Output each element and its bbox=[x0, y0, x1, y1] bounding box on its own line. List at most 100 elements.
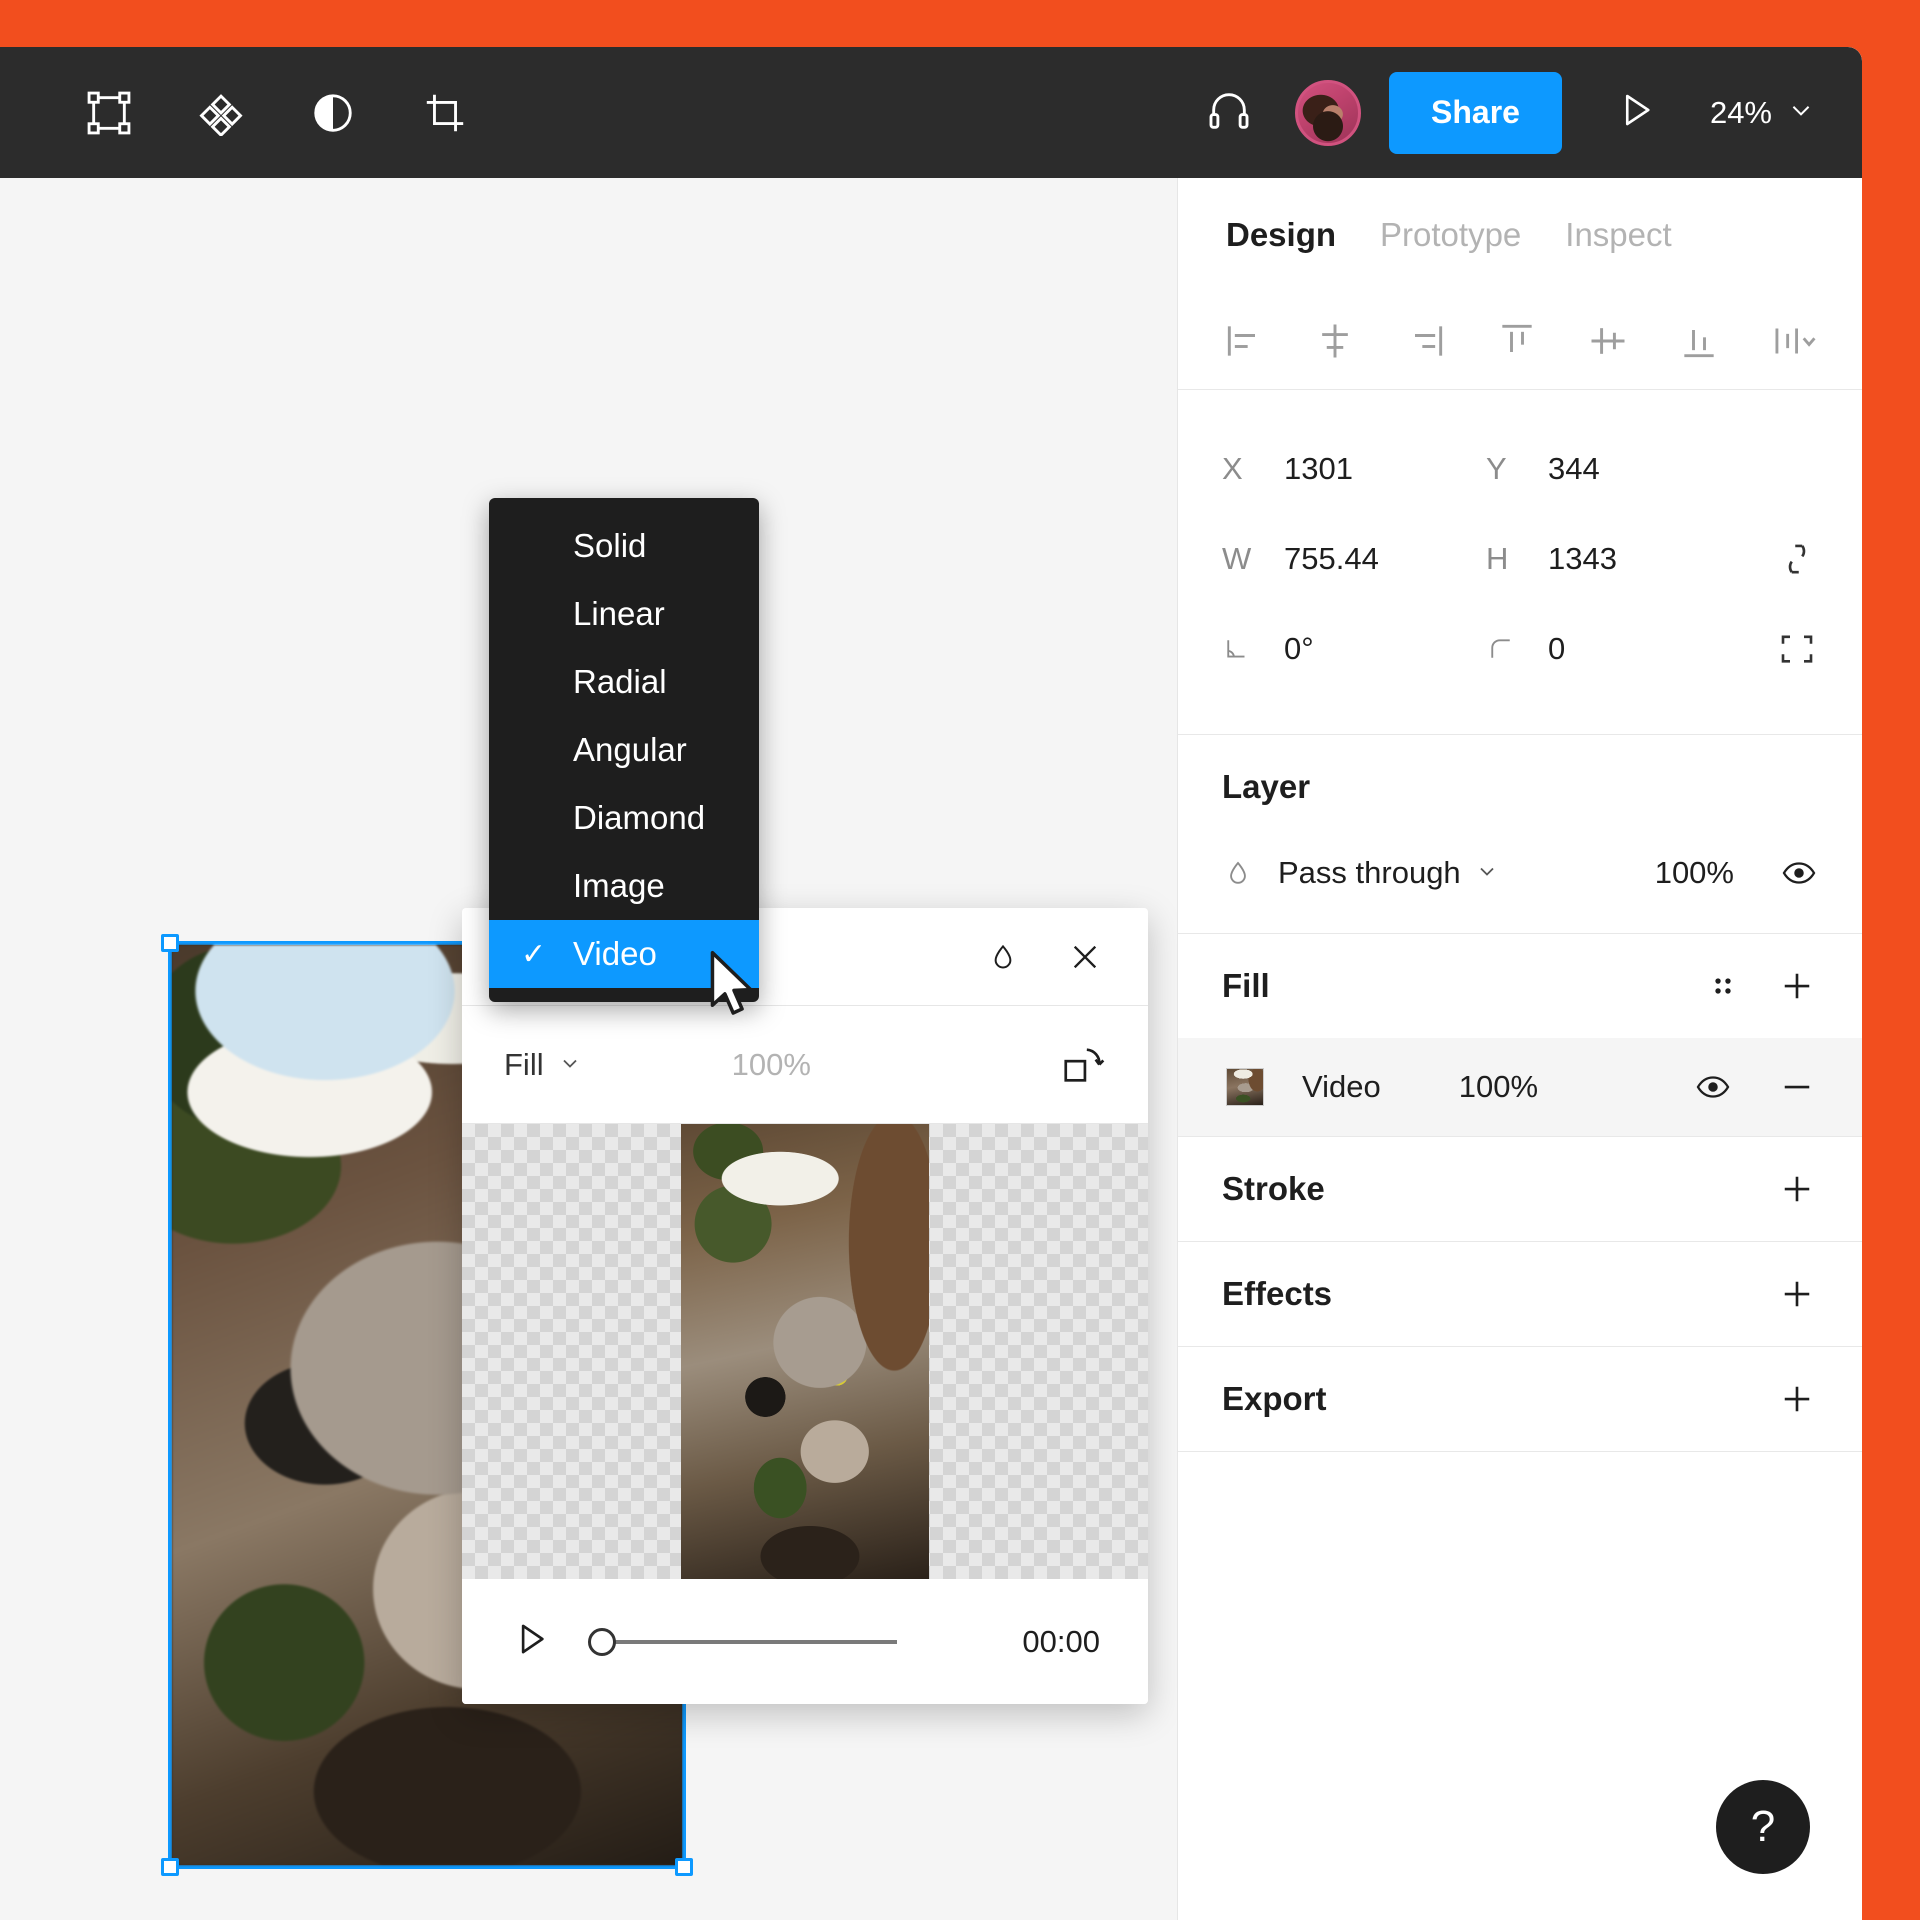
video-thumbnail-swatch[interactable] bbox=[1226, 1068, 1264, 1106]
effects-section: Effects bbox=[1178, 1242, 1862, 1347]
align-left-icon[interactable] bbox=[1222, 319, 1266, 363]
tab-prototype[interactable]: Prototype bbox=[1380, 216, 1521, 254]
toolbar-right-group: Share 24% bbox=[1189, 47, 1862, 178]
tab-design[interactable]: Design bbox=[1226, 216, 1336, 254]
alignment-toolbar bbox=[1178, 292, 1862, 390]
menu-item-label: Angular bbox=[573, 731, 687, 768]
plus-icon[interactable] bbox=[1776, 965, 1818, 1007]
video-preview-area[interactable] bbox=[462, 1124, 1148, 1579]
scrubber-thumb[interactable] bbox=[588, 1627, 616, 1656]
play-button[interactable] bbox=[510, 1618, 552, 1665]
play-triangle-icon bbox=[510, 1618, 552, 1665]
fill-section-header: Fill bbox=[1222, 934, 1818, 1038]
resize-handle-bottom-right[interactable] bbox=[675, 1858, 693, 1876]
h-label: H bbox=[1486, 541, 1509, 576]
distribute-menu-icon[interactable] bbox=[1768, 319, 1818, 363]
menu-item-diamond[interactable]: Diamond bbox=[489, 784, 759, 852]
constrain-proportions-icon[interactable] bbox=[1776, 538, 1818, 580]
width-field[interactable]: W 755.44 bbox=[1222, 541, 1486, 577]
corner-radius-field[interactable]: 0 bbox=[1486, 631, 1750, 667]
y-field[interactable]: Y 344 bbox=[1486, 451, 1750, 487]
menu-item-angular[interactable]: Angular bbox=[489, 716, 759, 784]
present-button[interactable] bbox=[1596, 73, 1676, 153]
rotation-angle-icon bbox=[1222, 634, 1284, 664]
resize-handle-top-left[interactable] bbox=[161, 934, 179, 952]
help-button[interactable]: ? bbox=[1716, 1780, 1810, 1874]
share-button[interactable]: Share bbox=[1389, 71, 1562, 154]
menu-item-label: Radial bbox=[573, 663, 667, 700]
headphones-icon bbox=[1206, 87, 1252, 138]
blend-mode-value: Pass through bbox=[1278, 855, 1461, 890]
rotation-value: 0° bbox=[1284, 631, 1314, 666]
plus-icon[interactable] bbox=[1776, 1378, 1818, 1420]
plus-icon[interactable] bbox=[1776, 1273, 1818, 1315]
fill-layer-row[interactable]: Video 100% bbox=[1178, 1038, 1862, 1136]
menu-item-solid[interactable]: Solid bbox=[489, 512, 759, 580]
droplet-icon bbox=[1222, 857, 1278, 889]
properties-panel: Design Prototype Inspect X 1301 Y 344 W … bbox=[1177, 178, 1862, 1920]
fill-section: Fill Video 100% bbox=[1178, 934, 1862, 1137]
rotate-image-icon[interactable] bbox=[1060, 1042, 1106, 1088]
blend-mode-select[interactable]: Pass through bbox=[1278, 855, 1499, 891]
x-label: X bbox=[1222, 451, 1243, 486]
layer-opacity-input[interactable]: 100% bbox=[1655, 855, 1734, 891]
plus-icon[interactable] bbox=[1776, 1168, 1818, 1210]
independent-corners-icon[interactable] bbox=[1776, 628, 1818, 670]
fill-settings-popup: Fill 100% 00:00 bbox=[462, 908, 1148, 1704]
design-canvas[interactable]: 755.44 × 1343 · Video Fill bbox=[0, 178, 1177, 1920]
fill-scale-mode-select[interactable]: Fill bbox=[504, 1047, 582, 1083]
video-scrubber[interactable] bbox=[588, 1626, 1012, 1658]
mask-tool[interactable] bbox=[290, 70, 376, 156]
eye-icon[interactable] bbox=[1694, 1068, 1732, 1106]
components-tool[interactable] bbox=[178, 70, 264, 156]
zoom-level-control[interactable]: 24% bbox=[1710, 95, 1814, 131]
align-top-icon[interactable] bbox=[1495, 319, 1539, 363]
effects-section-header: Effects bbox=[1222, 1242, 1818, 1346]
four-dots-styles-icon[interactable] bbox=[1706, 969, 1740, 1003]
export-section: Export bbox=[1178, 1347, 1862, 1452]
close-x-icon[interactable] bbox=[1066, 938, 1104, 976]
align-right-icon[interactable] bbox=[1404, 319, 1448, 363]
menu-item-image[interactable]: Image bbox=[489, 852, 759, 920]
zoom-level-value: 24% bbox=[1709, 94, 1772, 130]
rotation-field[interactable]: 0° bbox=[1222, 631, 1486, 667]
minus-icon[interactable] bbox=[1776, 1066, 1818, 1108]
size-row: W 755.44 H 1343 bbox=[1222, 514, 1818, 604]
menu-item-radial[interactable]: Radial bbox=[489, 648, 759, 716]
layer-section-title: Layer bbox=[1222, 768, 1311, 805]
audio-chat-button[interactable] bbox=[1189, 73, 1269, 153]
play-triangle-icon bbox=[1615, 89, 1657, 136]
scrubber-track-line bbox=[602, 1639, 898, 1644]
video-player-controls: 00:00 bbox=[462, 1579, 1148, 1704]
align-horizontal-center-icon[interactable] bbox=[1313, 319, 1357, 363]
y-label: Y bbox=[1486, 451, 1507, 486]
tab-inspect[interactable]: Inspect bbox=[1565, 216, 1671, 254]
menu-item-label: Diamond bbox=[573, 799, 706, 836]
top-toolbar: Share 24% bbox=[0, 47, 1862, 178]
stroke-section-actions bbox=[1776, 1168, 1818, 1210]
fill-type-dropdown-menu: Solid Linear Radial Angular Diamond Imag… bbox=[489, 498, 759, 1002]
stroke-section-title: Stroke bbox=[1222, 1170, 1325, 1207]
menu-item-video[interactable]: ✓ Video bbox=[489, 920, 759, 988]
crop-tool[interactable] bbox=[402, 70, 488, 156]
eye-icon[interactable] bbox=[1780, 854, 1818, 892]
fill-type-label[interactable]: Video bbox=[1302, 1069, 1381, 1105]
height-field[interactable]: H 1343 bbox=[1486, 541, 1750, 577]
move-scale-tool[interactable] bbox=[66, 70, 152, 156]
droplet-icon[interactable] bbox=[986, 940, 1020, 974]
resize-handle-bottom-left[interactable] bbox=[161, 1858, 179, 1876]
layer-section-header: Layer bbox=[1222, 735, 1818, 839]
video-preview-thumbnail bbox=[681, 1124, 929, 1579]
chevron-down-icon bbox=[558, 1047, 582, 1083]
chevron-down-icon bbox=[1788, 95, 1814, 131]
components-diamond-icon bbox=[198, 90, 244, 136]
avatar[interactable] bbox=[1295, 79, 1362, 146]
frame-scale-icon bbox=[86, 90, 132, 136]
align-bottom-icon[interactable] bbox=[1677, 319, 1721, 363]
fill-opacity-input[interactable]: 100% bbox=[732, 1047, 811, 1083]
x-field[interactable]: X 1301 bbox=[1222, 451, 1486, 487]
menu-item-label: Solid bbox=[573, 527, 647, 564]
menu-item-linear[interactable]: Linear bbox=[489, 580, 759, 648]
align-vertical-center-icon[interactable] bbox=[1586, 319, 1630, 363]
fill-row-opacity-input[interactable]: 100% bbox=[1459, 1069, 1538, 1105]
